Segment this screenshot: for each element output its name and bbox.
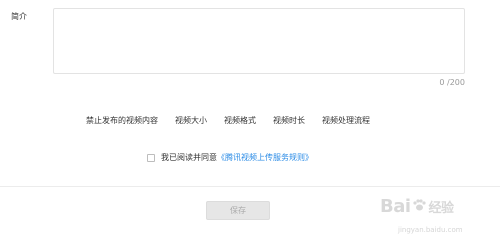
rule-link-processing-flow[interactable]: 视频处理流程 xyxy=(322,115,370,126)
rule-links: 禁止发布的视频内容 视频大小 视频格式 视频时长 视频处理流程 xyxy=(86,115,387,126)
char-counter: 0 /200 xyxy=(439,78,465,87)
agreement-row: 我已阅读并同意 《腾讯视频上传服务规则》 xyxy=(147,152,313,163)
divider xyxy=(0,186,500,187)
watermark-brand: Bai 经验 xyxy=(380,196,454,217)
agreement-checkbox[interactable] xyxy=(147,153,155,162)
watermark-url: jingyan.baidu.com xyxy=(398,226,463,234)
intro-label: 简介 xyxy=(11,12,27,21)
rule-link-video-size[interactable]: 视频大小 xyxy=(175,115,207,126)
rule-link-video-format[interactable]: 视频格式 xyxy=(224,115,256,126)
save-button[interactable]: 保存 xyxy=(206,201,270,220)
rule-link-video-duration[interactable]: 视频时长 xyxy=(273,115,305,126)
baidu-jingyan-watermark: Bai 经验 xyxy=(380,196,454,217)
rule-link-forbidden-content[interactable]: 禁止发布的视频内容 xyxy=(86,115,158,126)
paw-icon xyxy=(412,196,426,217)
intro-textarea[interactable] xyxy=(53,8,465,74)
upload-rules-link[interactable]: 《腾讯视频上传服务规则》 xyxy=(217,152,313,163)
agreement-text: 我已阅读并同意 xyxy=(161,153,217,162)
